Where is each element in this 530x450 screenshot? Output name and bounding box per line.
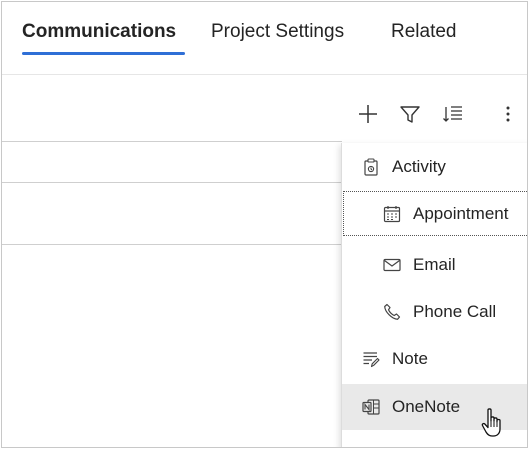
menu-item-label: Note (392, 348, 428, 368)
app-frame: Communications Project Settings Related (1, 1, 528, 448)
onenote-icon (362, 398, 380, 416)
calendar-icon (383, 205, 401, 223)
hand-cursor-icon (480, 407, 506, 439)
menu-item-label: Activity (392, 156, 446, 176)
filter-icon[interactable] (396, 100, 424, 128)
menu-item-label: Appointment (413, 203, 509, 223)
note-icon (362, 350, 380, 368)
menu-item-phone-call[interactable]: Phone Call (342, 288, 527, 335)
menu-item-email[interactable]: Email (342, 241, 527, 288)
plus-icon[interactable] (354, 100, 382, 128)
new-activity-menu: Activity Appointment Email Phone Call No… (341, 143, 527, 447)
more-icon[interactable] (494, 100, 522, 128)
tab-communications[interactable]: Communications (22, 20, 176, 44)
active-tab-indicator (22, 52, 185, 55)
menu-item-appointment[interactable]: Appointment (342, 190, 527, 237)
phone-icon (383, 303, 401, 321)
tab-project-settings[interactable]: Project Settings (211, 20, 344, 44)
sort-icon[interactable] (439, 100, 467, 128)
grid-line (2, 244, 342, 245)
tab-bar: Communications Project Settings Related (2, 2, 527, 75)
mail-icon (383, 256, 401, 274)
activity-icon (362, 157, 380, 176)
tab-related[interactable]: Related (391, 20, 457, 44)
menu-item-note[interactable]: Note (342, 335, 527, 382)
menu-item-label: OneNote (392, 397, 461, 416)
grid-line (2, 182, 342, 183)
menu-item-label: Email (413, 254, 456, 274)
menu-item-activity[interactable]: Activity (342, 143, 527, 190)
menu-item-label: Phone Call (413, 301, 497, 321)
grid-line (2, 141, 342, 142)
